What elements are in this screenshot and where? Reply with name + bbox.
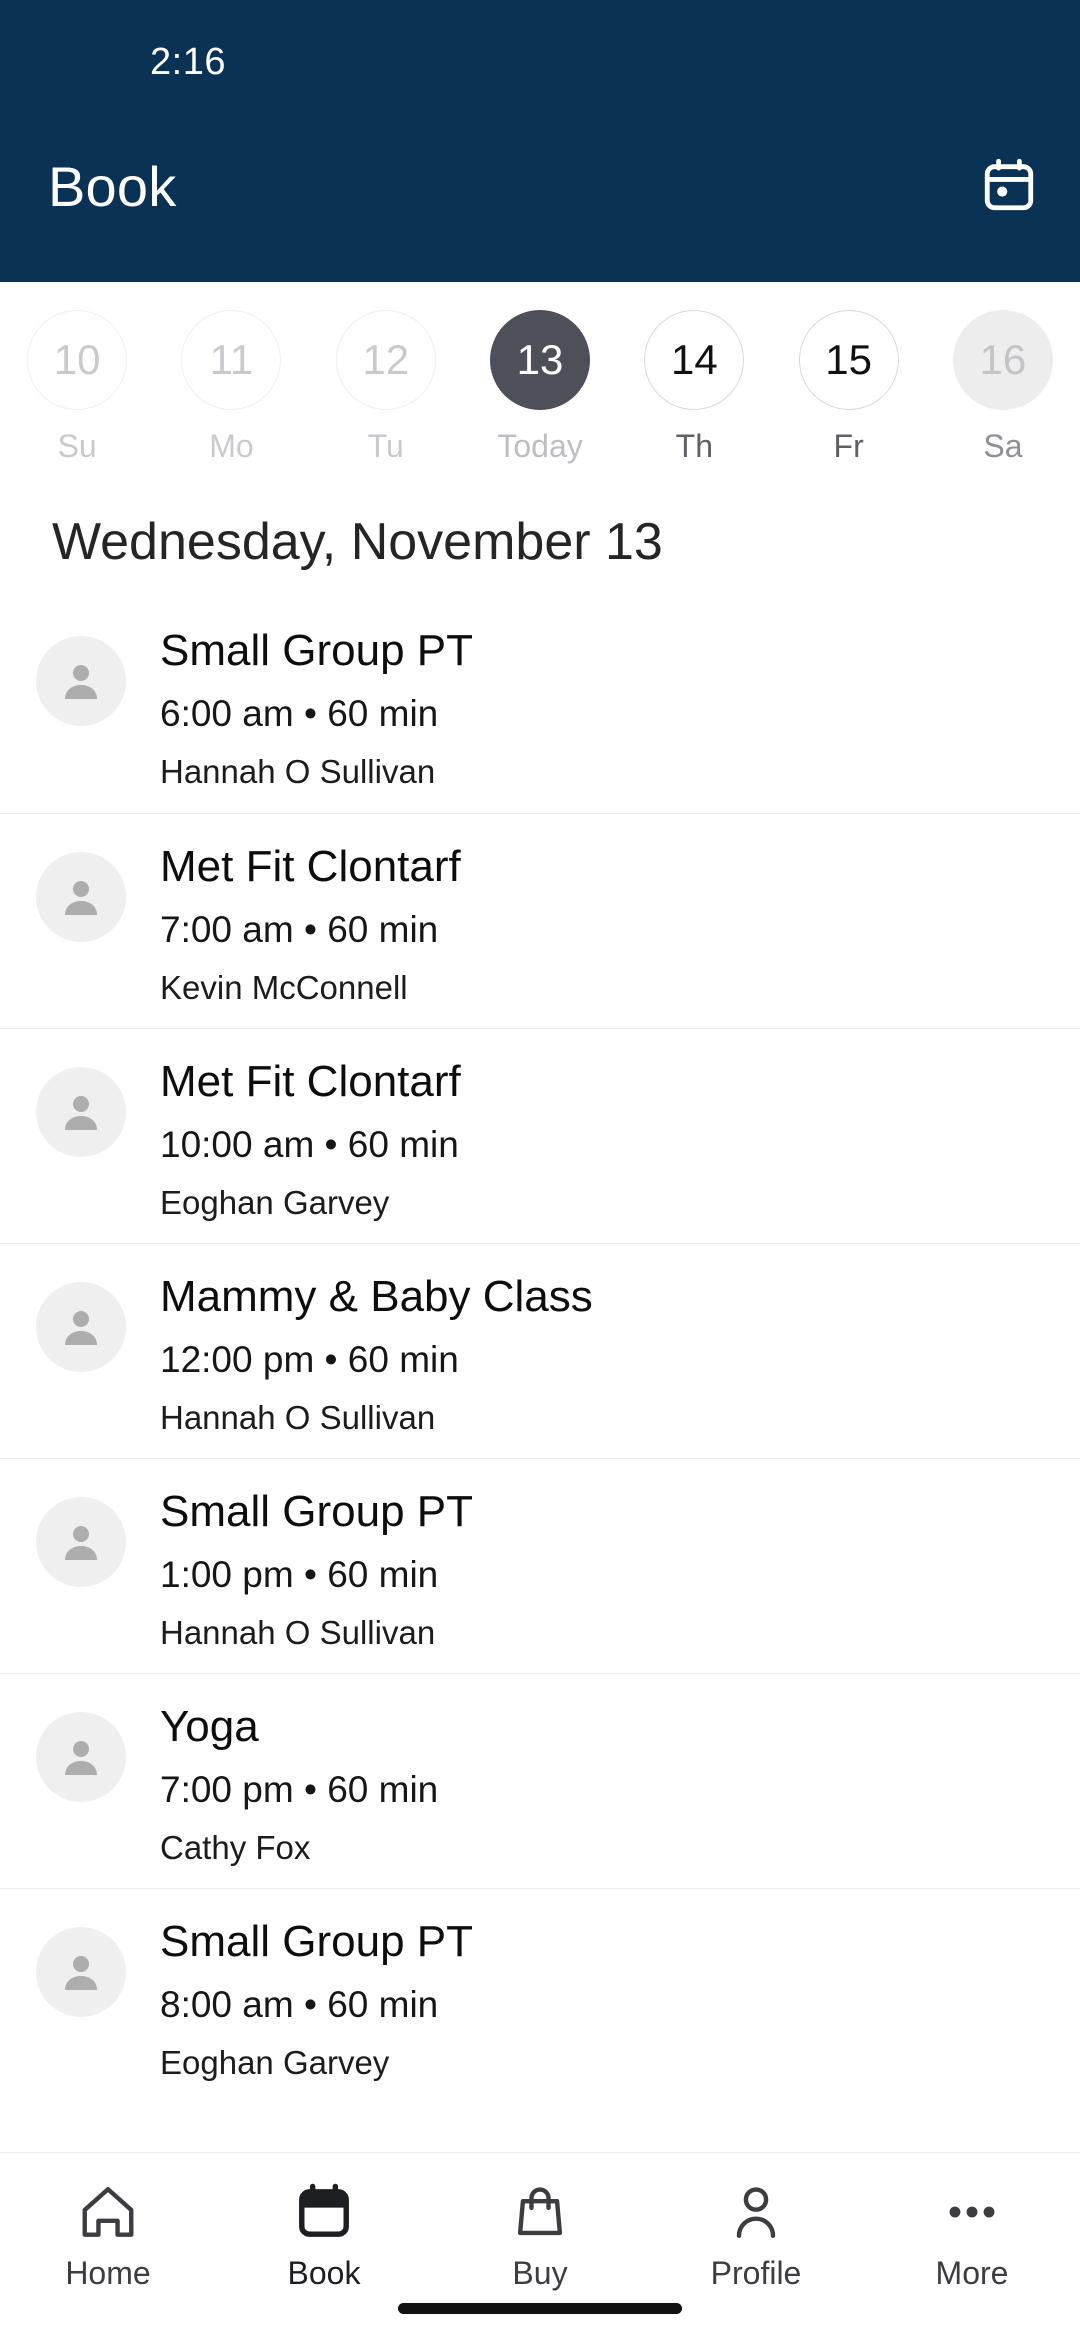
avatar	[36, 1497, 126, 1587]
date-weekday: Th	[675, 428, 713, 464]
class-instructor: Eoghan Garvey	[160, 1184, 390, 1222]
calendar-icon[interactable]	[980, 157, 1038, 215]
date-cell-12[interactable]: 12 Tu	[309, 310, 463, 465]
class-info: Mammy & Baby Class 12:00 pm • 60 min Han…	[160, 1270, 593, 1438]
class-list-item[interactable]: Met Fit Clontarf 10:00 am • 60 min Eogha…	[0, 1028, 1080, 1243]
date-cell-15[interactable]: 15 Fr	[771, 310, 925, 465]
nav-label: Profile	[710, 2255, 802, 2291]
date-cell-11[interactable]: 11 Mo	[154, 310, 308, 465]
nav-label: More	[935, 2255, 1009, 2291]
date-weekday: Mo	[209, 428, 254, 464]
date-number: 13	[490, 310, 591, 410]
nav-item-home[interactable]: Home	[0, 2179, 216, 2292]
class-title: Small Group PT	[160, 626, 473, 675]
day-heading: Wednesday, November 13	[52, 513, 663, 571]
class-instructor: Hannah O Sullivan	[160, 1399, 436, 1437]
class-title: Met Fit Clontarf	[160, 842, 461, 891]
status-bar: 2:16	[0, 0, 1080, 110]
date-cell-13-selected[interactable]: 13 Today	[463, 310, 617, 465]
status-time: 2:16	[150, 40, 226, 83]
class-info: Met Fit Clontarf 7:00 am • 60 min Kevin …	[160, 840, 461, 1008]
date-weekday: Fr	[833, 428, 864, 464]
person-icon	[725, 2179, 787, 2245]
avatar	[36, 1712, 126, 1802]
date-cell-14[interactable]: 14 Th	[617, 310, 771, 465]
calendar-icon	[293, 2179, 355, 2245]
ellipsis-icon	[941, 2179, 1003, 2245]
class-list-item[interactable]: Mammy & Baby Class 12:00 pm • 60 min Han…	[0, 1243, 1080, 1458]
page-title: Book	[48, 154, 177, 218]
class-info: Small Group PT 6:00 am • 60 min Hannah O…	[160, 624, 473, 792]
class-info: Small Group PT 8:00 am • 60 min Eoghan G…	[160, 1915, 473, 2083]
nav-label: Home	[65, 2255, 151, 2291]
class-list-item[interactable]: Small Group PT 6:00 am • 60 min Hannah O…	[0, 598, 1080, 813]
date-strip[interactable]: 10 Su 11 Mo 12 Tu 13 Today 14 Th 15 Fr 1…	[0, 282, 1080, 490]
class-time: 10:00 am • 60 min	[160, 1123, 459, 1165]
class-time: 8:00 am • 60 min	[160, 1983, 439, 2025]
class-list-item[interactable]: Small Group PT 8:00 am • 60 min Eoghan G…	[0, 1888, 1080, 2103]
nav-label: Buy	[512, 2255, 568, 2291]
class-info: Met Fit Clontarf 10:00 am • 60 min Eogha…	[160, 1055, 461, 1223]
date-cell-16[interactable]: 16 Sa	[926, 310, 1080, 465]
class-time: 1:00 pm • 60 min	[160, 1553, 439, 1595]
class-instructor: Hannah O Sullivan	[160, 1614, 436, 1652]
date-weekday: Su	[57, 428, 97, 464]
class-info: Yoga 7:00 pm • 60 min Cathy Fox	[160, 1700, 438, 1868]
class-time: 12:00 pm • 60 min	[160, 1338, 459, 1380]
class-instructor: Cathy Fox	[160, 1829, 311, 1867]
class-list[interactable]: Small Group PT 6:00 am • 60 min Hannah O…	[0, 598, 1080, 2152]
app-screen: 2:16 Book 10 Su 11 Mo 12 Tu 13 Today 14 …	[0, 0, 1080, 2340]
class-instructor: Hannah O Sullivan	[160, 753, 436, 791]
avatar	[36, 852, 126, 942]
bag-icon	[509, 2179, 571, 2245]
nav-item-more[interactable]: More	[864, 2179, 1080, 2292]
date-weekday: Sa	[983, 428, 1023, 464]
date-number: 12	[335, 310, 436, 410]
avatar	[36, 1927, 126, 2017]
home-icon	[77, 2179, 139, 2245]
class-instructor: Kevin McConnell	[160, 969, 408, 1007]
top-bar: 2:16 Book	[0, 0, 1080, 282]
class-title: Mammy & Baby Class	[160, 1272, 593, 1321]
nav-label: Book	[287, 2255, 361, 2291]
class-info: Small Group PT 1:00 pm • 60 min Hannah O…	[160, 1485, 473, 1653]
date-number: 11	[181, 310, 282, 410]
date-number: 16	[952, 310, 1053, 410]
date-cell-10[interactable]: 10 Su	[0, 310, 154, 465]
class-title: Met Fit Clontarf	[160, 1057, 461, 1106]
avatar	[36, 636, 126, 726]
avatar	[36, 1282, 126, 1372]
class-time: 7:00 am • 60 min	[160, 908, 439, 950]
avatar	[36, 1067, 126, 1157]
app-bar-actions	[980, 157, 1038, 215]
class-list-item[interactable]: Met Fit Clontarf 7:00 am • 60 min Kevin …	[0, 813, 1080, 1028]
class-time: 7:00 pm • 60 min	[160, 1768, 439, 1810]
date-weekday: Today	[497, 428, 583, 464]
date-number: 15	[798, 310, 899, 410]
date-number: 10	[27, 310, 128, 410]
class-instructor: Eoghan Garvey	[160, 2044, 390, 2082]
nav-item-profile[interactable]: Profile	[648, 2179, 864, 2292]
class-title: Small Group PT	[160, 1487, 473, 1536]
class-list-item[interactable]: Small Group PT 1:00 pm • 60 min Hannah O…	[0, 1458, 1080, 1673]
home-indicator[interactable]	[398, 2303, 682, 2314]
nav-item-buy[interactable]: Buy	[432, 2179, 648, 2292]
class-time: 6:00 am • 60 min	[160, 692, 439, 734]
nav-item-book[interactable]: Book	[216, 2179, 432, 2292]
date-number: 14	[644, 310, 745, 410]
class-title: Small Group PT	[160, 1917, 473, 1966]
class-title: Yoga	[160, 1702, 259, 1751]
class-list-item[interactable]: Yoga 7:00 pm • 60 min Cathy Fox	[0, 1673, 1080, 1888]
date-weekday: Tu	[367, 428, 404, 464]
app-bar: Book	[0, 110, 1080, 280]
